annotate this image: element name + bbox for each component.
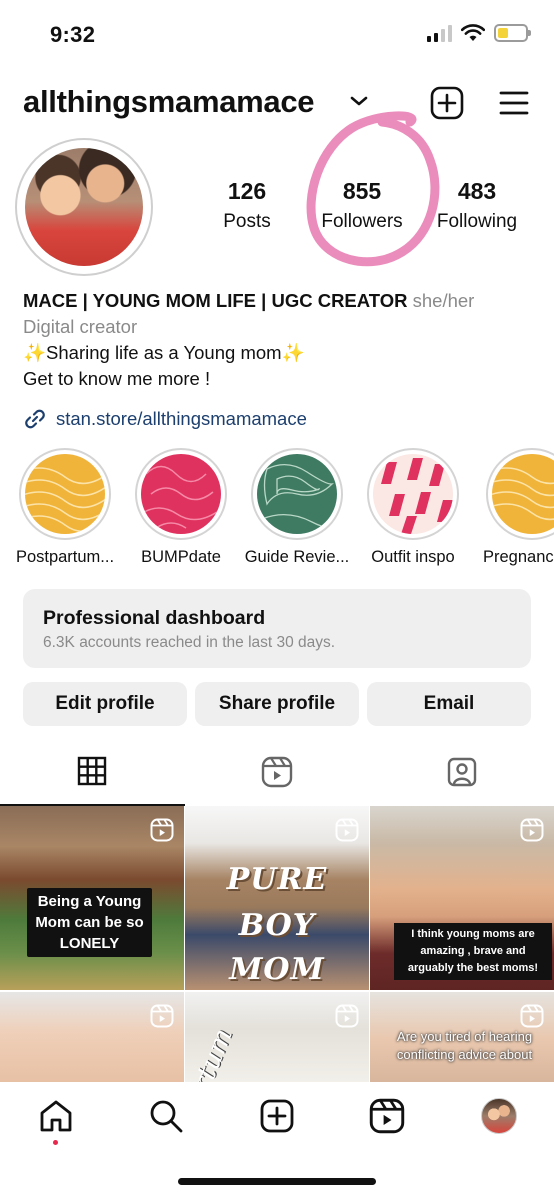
highlight-item[interactable]: Pregnanc	[471, 448, 554, 567]
highlight-ring	[135, 448, 227, 540]
posts-grid: Being a Young Mom can be so LONELY PURE …	[0, 806, 554, 1082]
highlight-cover	[140, 454, 221, 534]
tab-tagged[interactable]	[369, 756, 554, 806]
battery-icon	[494, 24, 531, 42]
status-icons	[427, 24, 531, 42]
stat-posts[interactable]: 126 Posts	[190, 178, 304, 233]
create-post-icon[interactable]	[430, 86, 464, 120]
highlight-label: Guide Revie...	[244, 548, 350, 566]
search-icon[interactable]	[148, 1098, 184, 1134]
tab-reels[interactable]	[185, 756, 370, 806]
highlight-ring	[19, 448, 111, 540]
highlight-label: BUMPdate	[141, 548, 221, 566]
followers-count: 855	[342, 178, 382, 204]
bio-name-line: MACE | YOUNG MOM LIFE | UGC CREATOR she/…	[23, 288, 543, 314]
highlight-cover	[373, 454, 453, 534]
tagged-person-icon	[447, 757, 476, 787]
edit-profile-button[interactable]: Edit profile	[23, 682, 187, 726]
bio-link[interactable]: stan.store/allthingsmamamace	[23, 406, 543, 432]
content-tabs	[0, 756, 554, 806]
reel-indicator-icon	[335, 1004, 359, 1028]
status-bar: 9:32	[0, 0, 554, 70]
post-caption: Being a Young Mom can be so LONELY	[27, 888, 152, 957]
post-caption: I think young moms are amazing , brave a…	[394, 923, 552, 980]
highlight-item[interactable]: Postpartum...	[7, 448, 123, 567]
create-icon[interactable]	[259, 1098, 295, 1134]
notification-dot	[53, 1140, 58, 1145]
post-thumbnail[interactable]: rtum	[185, 992, 369, 1082]
grid-icon	[78, 756, 107, 786]
home-icon[interactable]	[38, 1098, 74, 1134]
dashboard-title: Professional dashboard	[43, 607, 266, 629]
followers-label: Followers	[321, 211, 403, 232]
post-thumbnail[interactable]: I think young moms are amazing , brave a…	[370, 806, 554, 990]
highlight-item[interactable]: BUMPdate	[123, 448, 239, 567]
stat-following[interactable]: 483 Following	[420, 178, 534, 233]
profile-stats: 126 Posts 855 Followers 483 Following	[190, 178, 540, 233]
stat-followers[interactable]: 855 Followers	[304, 178, 420, 233]
reel-indicator-icon	[150, 818, 174, 842]
post-thumbnail[interactable]	[0, 992, 184, 1082]
post-overlay-text: PURE	[226, 862, 328, 897]
post-thumbnail[interactable]: Are you tired of hearing conflicting adv…	[370, 992, 554, 1082]
post-thumbnail[interactable]: PURE BOY MOM	[185, 806, 369, 990]
bio-line-1: ✨Sharing life as a Young mom✨	[23, 342, 305, 363]
profile-bio: MACE | YOUNG MOM LIFE | UGC CREATOR she/…	[23, 288, 543, 432]
pronouns: she/her	[412, 290, 475, 311]
link-url: stan.store/allthingsmamamace	[56, 408, 307, 429]
profile-photo	[25, 148, 143, 266]
highlight-ring	[367, 448, 459, 540]
account-category: Digital creator	[23, 316, 138, 337]
dashboard-subtitle: 6.3K accounts reached in the last 30 day…	[43, 634, 336, 651]
highlight-cover	[19, 454, 111, 534]
highlight-label: Postpartum...	[15, 548, 115, 566]
reel-indicator-icon	[335, 818, 359, 842]
highlight-item[interactable]: Outfit inspo	[355, 448, 471, 567]
highlight-item[interactable]: Guide Revie...	[239, 448, 355, 567]
email-button[interactable]: Email	[367, 682, 531, 726]
share-profile-button[interactable]: Share profile	[195, 682, 359, 726]
home-indicator[interactable]	[178, 1178, 376, 1185]
highlight-label: Outfit inspo	[371, 548, 455, 566]
menu-icon[interactable]	[499, 90, 529, 116]
highlight-label: Pregnanc	[483, 548, 554, 566]
highlight-ring	[486, 448, 554, 540]
highlight-cover	[486, 454, 554, 534]
posts-count: 126	[227, 178, 267, 204]
following-label: Following	[436, 211, 518, 232]
reel-indicator-icon	[520, 818, 544, 842]
post-overlay-text: rtum	[187, 1024, 239, 1082]
highlight-ring	[251, 448, 343, 540]
chevron-down-icon[interactable]	[349, 94, 369, 108]
post-overlay-text: Are you tired of hearing conflicting adv…	[396, 1029, 533, 1062]
professional-dashboard[interactable]: Professional dashboard 6.3K accounts rea…	[23, 589, 531, 668]
profile-avatar[interactable]	[15, 138, 153, 276]
profile-header: allthingsmamamace	[0, 84, 554, 128]
post-overlay-text: MOM	[229, 952, 325, 987]
post-overlay-text: BOY	[238, 908, 316, 943]
link-icon	[25, 409, 45, 429]
display-name: MACE | YOUNG MOM LIFE | UGC CREATOR	[23, 290, 408, 311]
bio-line-2: Get to know me more !	[23, 368, 211, 389]
reel-indicator-icon	[520, 1004, 544, 1028]
username-switcher[interactable]: allthingsmamamace	[23, 84, 315, 120]
post-thumbnail[interactable]: Being a Young Mom can be so LONELY	[0, 806, 184, 990]
profile-actions: Edit profile Share profile Email	[23, 682, 531, 726]
story-highlights: Postpartum... BUMPdate Guide Revie... Ou…	[0, 448, 554, 568]
highlight-cover	[257, 454, 338, 534]
reel-indicator-icon	[150, 1004, 174, 1028]
reels-nav-icon[interactable]	[369, 1098, 405, 1134]
posts-label: Posts	[223, 211, 271, 232]
cellular-signal-icon	[427, 24, 452, 42]
profile-nav-avatar[interactable]	[481, 1098, 517, 1134]
following-count: 483	[457, 178, 497, 204]
wifi-icon	[461, 24, 485, 41]
reels-icon	[261, 756, 293, 788]
status-time: 9:32	[50, 22, 96, 47]
tab-grid[interactable]	[0, 756, 185, 806]
